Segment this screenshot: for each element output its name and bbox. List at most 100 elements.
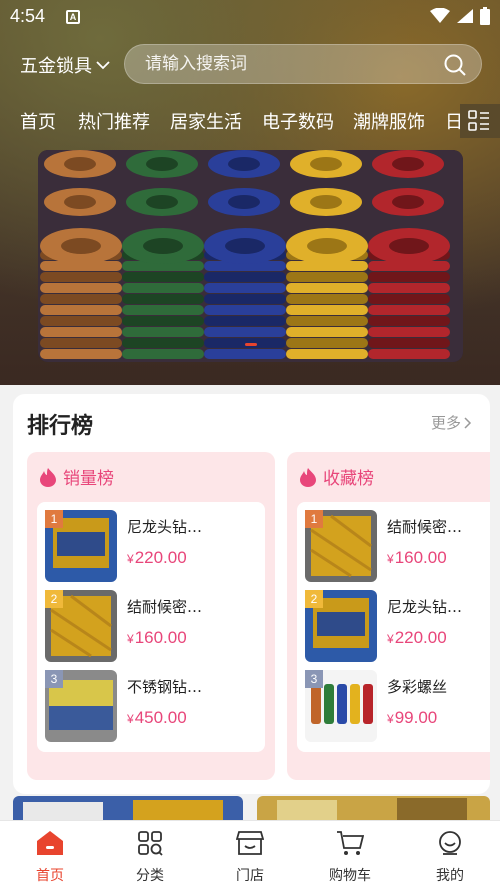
chevron-down-icon: [96, 61, 110, 70]
product-price: ¥450.00: [127, 708, 187, 727]
nav-home[interactable]: 首页: [0, 829, 100, 885]
nav-store[interactable]: 门店: [200, 829, 300, 885]
category-select[interactable]: 五金锁具: [20, 52, 110, 78]
spring-hole: [310, 195, 342, 209]
spring-band: [40, 327, 122, 337]
spring-band: [122, 283, 204, 293]
tab-home[interactable]: 首页: [20, 108, 56, 134]
search-bar[interactable]: [124, 44, 482, 84]
spring-band: [40, 283, 122, 293]
banner-dot-active: [244, 343, 257, 346]
list-item[interactable]: 1 结耐候密… ¥160.00: [305, 510, 490, 582]
product-name: 结耐候密…: [127, 598, 203, 616]
product-name: 尼龙头钻…: [387, 598, 463, 616]
tab-hot[interactable]: 热门推荐: [78, 108, 150, 134]
battery-icon: [480, 7, 490, 25]
product-card-peek[interactable]: [13, 796, 243, 820]
favorites-board-header[interactable]: 收藏榜: [299, 464, 374, 489]
spring-band: [286, 283, 368, 293]
product-name: 不锈钢钻…: [127, 678, 203, 696]
ranking-card: 排行榜 更多 销量榜 1 尼龙头钻… ¥220.00 2 结耐候密… ¥160.…: [13, 394, 490, 794]
spring-band: [204, 316, 286, 326]
tab-menu-icon[interactable]: [468, 110, 490, 132]
product-price: ¥160.00: [387, 548, 447, 567]
spring-band: [40, 338, 122, 348]
rank-badge: 1: [305, 510, 323, 528]
spring-band: [204, 294, 286, 304]
promo-banner[interactable]: [38, 150, 463, 362]
spring-top-hole: [389, 238, 429, 254]
spring-band: [40, 272, 122, 282]
list-item[interactable]: 1 尼龙头钻… ¥220.00: [45, 510, 265, 582]
product-price: ¥160.00: [127, 628, 187, 647]
favorites-list: 1 结耐候密… ¥160.00 2 尼龙头钻… ¥220.00 3 多彩螺丝 ¥…: [297, 502, 490, 752]
spring-top-hole: [143, 238, 183, 254]
wifi-icon: [430, 8, 450, 23]
sales-list: 1 尼龙头钻… ¥220.00 2 结耐候密… ¥160.00 3 不锈钢钻… …: [37, 502, 265, 752]
list-item[interactable]: 3 不锈钢钻… ¥450.00: [45, 670, 265, 742]
product-name: 多彩螺丝: [387, 678, 448, 696]
search-icon[interactable]: [443, 53, 467, 77]
profile-icon: [439, 831, 461, 855]
spring-top-hole: [61, 238, 101, 254]
tab-home-living[interactable]: 居家生活: [170, 108, 242, 134]
spring-band: [122, 349, 204, 359]
flame-icon: [40, 467, 56, 487]
spring-band: [204, 305, 286, 315]
spring-band: [368, 283, 450, 293]
list-item[interactable]: 3 多彩螺丝 ¥99.00: [305, 670, 490, 742]
product-name: 尼龙头钻…: [127, 518, 203, 536]
spring-band: [40, 349, 122, 359]
rank-badge: 3: [305, 670, 323, 688]
banner-indicator: [244, 343, 257, 346]
ranking-more-link[interactable]: 更多: [431, 412, 472, 433]
store-icon: [236, 831, 264, 855]
nav-home-label: 首页: [36, 868, 64, 884]
spring-band: [286, 272, 368, 282]
search-input[interactable]: [145, 45, 435, 83]
spring-hole: [146, 195, 178, 209]
sales-board-header[interactable]: 销量榜: [39, 464, 114, 489]
tab-fashion[interactable]: 潮牌服饰: [353, 108, 425, 134]
spring-band: [286, 349, 368, 359]
nav-cart-label: 购物车: [329, 868, 371, 884]
product-card-peek[interactable]: [257, 796, 490, 820]
spring-hole: [310, 157, 342, 171]
nav-cart[interactable]: 购物车: [300, 829, 400, 885]
more-label: 更多: [430, 414, 461, 432]
list-item[interactable]: 2 结耐候密… ¥160.00: [45, 590, 265, 662]
spring-band: [122, 272, 204, 282]
spring-hole: [392, 195, 424, 209]
spring-band: [122, 338, 204, 348]
category-icon: [138, 831, 163, 856]
list-item[interactable]: 2 尼龙头钻… ¥220.00: [305, 590, 490, 662]
spring-band: [368, 349, 450, 359]
spring-band: [204, 349, 286, 359]
category-tabs: 首页 热门推荐 居家生活 电子数码 潮牌服饰 日: [0, 104, 500, 138]
nav-profile-label: 我的: [436, 868, 464, 884]
nav-store-label: 门店: [236, 868, 264, 884]
spring-band: [286, 294, 368, 304]
spring-hole: [228, 195, 260, 209]
nav-profile[interactable]: 我的: [400, 829, 500, 885]
spring-band: [368, 316, 450, 326]
spring-hole: [228, 157, 260, 171]
favorites-board: 收藏榜 1 结耐候密… ¥160.00 2 尼龙头钻… ¥220.00 3 多彩…: [287, 452, 490, 780]
spring-band: [286, 327, 368, 337]
spring-band: [368, 327, 450, 337]
nav-category[interactable]: 分类: [100, 829, 200, 885]
spring-band: [286, 316, 368, 326]
spring-band: [204, 327, 286, 337]
spring-band: [286, 338, 368, 348]
spring-band: [40, 316, 122, 326]
flame-icon: [300, 467, 316, 487]
category-select-label: 五金锁具: [20, 56, 92, 77]
notification-badge-icon: A: [66, 10, 80, 24]
sales-board: 销量榜 1 尼龙头钻… ¥220.00 2 结耐候密… ¥160.00 3 不锈…: [27, 452, 275, 780]
spring-band: [122, 327, 204, 337]
nav-category-label: 分类: [136, 868, 164, 884]
spring-band: [368, 305, 450, 315]
spring-band: [40, 294, 122, 304]
rank-badge: 3: [45, 670, 63, 688]
tab-digital[interactable]: 电子数码: [262, 108, 334, 134]
